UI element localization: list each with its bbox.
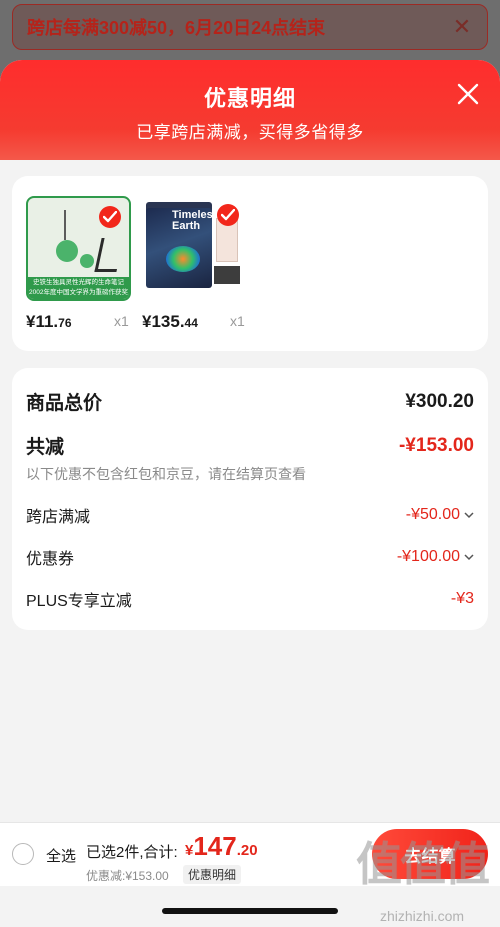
total-reduce-row: 共减 -¥153.00 [26,432,474,459]
cross-store-discount-row[interactable]: 跨店满减 -¥50.00 [26,503,474,527]
discount-note: 以下优惠不包含红包和京豆，请在结算页查看 [26,466,306,482]
price-summary-card: 商品总价 ¥300.20 共减 -¥153.00 以下优惠不包含红包和京豆，请在… [12,368,488,630]
home-indicator [162,908,338,914]
watermark: 值值值 zhizhizhi.com [348,840,496,924]
chevron-down-icon [464,512,474,519]
cross-store-discount-value: -¥50.00 [405,506,460,523]
product-image: 史铁生独具灵性光辉的生命笔记 2002年度中国文学界为重磅作获奖 [26,196,131,301]
sheet-subtitle: 已享跨店满减，买得多省得多 [136,123,364,142]
watermark-logo: 值值值 [356,838,490,890]
coupon-row[interactable]: 优惠券 -¥100.00 [26,545,474,569]
cover-band-text: 史铁生独具灵性光辉的生命笔记 2002年度中国文学界为重磅作获奖 [28,277,129,299]
total-reduce-label: 共减 [26,437,65,458]
total-price-value: ¥300.20 [405,390,474,412]
plus-discount-label: PLUS专享立减 [26,593,132,610]
close-icon[interactable] [456,82,480,106]
total-price-row: 商品总价 ¥300.20 [26,388,474,415]
select-all-label[interactable]: 全选 [46,845,76,866]
total-price-label: 商品总价 [26,393,103,414]
selected-count-text: 已选2件,合计: [86,844,178,861]
promo-banner: 跨店每满300减50，6月20日24点结束 ✕ [12,4,488,50]
chevron-down-icon [464,554,474,561]
product-item[interactable]: Timeless Earth ¥135.44 x1 [142,196,247,331]
product-price: ¥11.76 [26,312,72,331]
product-price: ¥135.44 [142,312,198,331]
product-image: Timeless Earth [142,196,247,301]
sheet-title: 优惠明细 [203,86,296,111]
total-amount: ¥147.20 [185,831,258,861]
product-quantity: x1 [114,313,129,329]
promo-banner-text: 跨店每满300减50，6月20日24点结束 [27,18,326,38]
plus-discount-value: -¥3 [450,590,474,607]
product-quantity: x1 [230,313,245,329]
plus-discount-row: PLUS专享立减 -¥3 [26,587,474,611]
discount-summary: 优惠减:¥153.00 [86,869,169,883]
cross-store-discount-label: 跨店满减 [26,509,91,526]
product-item[interactable]: 史铁生独具灵性光辉的生命笔记 2002年度中国文学界为重磅作获奖 ¥11.76 … [26,196,131,331]
check-icon[interactable] [217,204,239,226]
close-icon[interactable]: ✕ [451,14,473,40]
select-all-radio[interactable] [12,843,34,865]
products-card: 史铁生独具灵性光辉的生命笔记 2002年度中国文学界为重磅作获奖 ¥11.76 … [12,176,488,351]
sheet-header: 优惠明细 已享跨店满减，买得多省得多 [0,60,500,160]
coupon-value: -¥100.00 [396,548,460,565]
coupon-label: 优惠券 [26,551,75,568]
total-reduce-value: -¥153.00 [398,434,474,456]
discount-detail-tag[interactable]: 优惠明细 [183,865,242,884]
watermark-url: zhizhizhi.com [379,908,465,924]
check-icon[interactable] [99,206,121,228]
discount-detail-sheet: 优惠明细 已享跨店满减，买得多省得多 史铁生独具灵性光辉的生命笔记 2002年度… [0,60,500,927]
